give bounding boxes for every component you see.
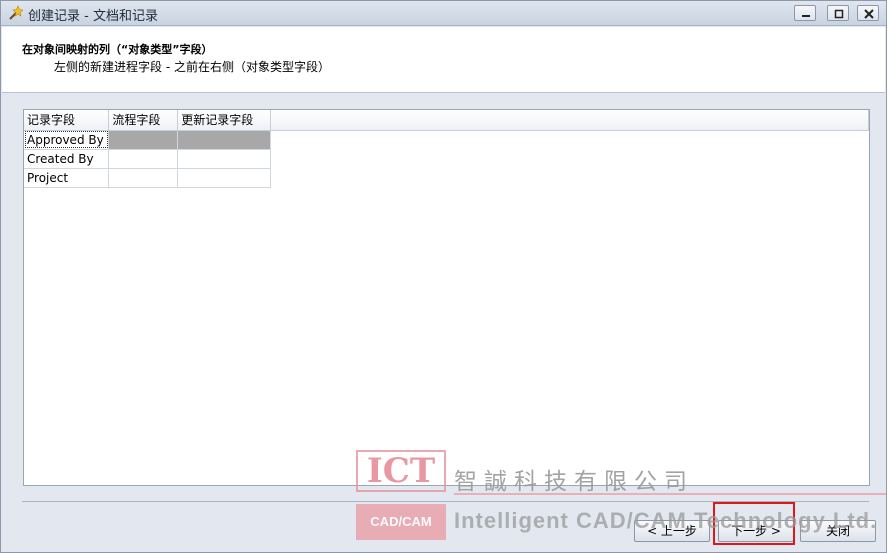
dialog-window: 创建记录 - 文档和记录 在对象间映射的列（“对象类型”字段） 左侧的新建进程字… <box>0 0 887 553</box>
mapping-table: 记录字段 流程字段 更新记录字段 Approved By Created By <box>24 110 870 188</box>
close-window-button[interactable] <box>857 5 879 21</box>
close-icon <box>864 9 874 19</box>
update-field-cell[interactable] <box>177 149 271 169</box>
minimize-button[interactable] <box>794 5 816 21</box>
screen-edge <box>887 0 891 553</box>
record-field-cell[interactable]: Approved By <box>24 130 110 150</box>
table-row[interactable]: Project <box>24 168 869 188</box>
content-area: 记录字段 流程字段 更新记录字段 Approved By Created By <box>2 94 885 497</box>
next-button-highlight <box>713 502 795 545</box>
instruction-title: 在对象间映射的列（“对象类型”字段） <box>22 43 213 56</box>
record-field-cell[interactable]: Created By <box>24 149 110 169</box>
process-field-cell[interactable] <box>108 130 179 150</box>
process-field-cell[interactable] <box>108 149 179 169</box>
minimize-icon <box>802 15 810 17</box>
back-button[interactable]: < 上一步 <box>634 520 710 542</box>
table-row[interactable]: Created By <box>24 149 869 169</box>
column-header-process-field[interactable]: 流程字段 <box>108 110 179 131</box>
instruction-panel: 在对象间映射的列（“对象类型”字段） 左侧的新建进程字段 - 之前在右侧（对象类… <box>2 27 885 93</box>
table-row[interactable]: Approved By <box>24 130 869 150</box>
update-field-cell[interactable] <box>177 130 271 150</box>
column-header-record-field[interactable]: 记录字段 <box>24 110 110 131</box>
process-field-cell[interactable] <box>108 168 179 188</box>
close-button[interactable]: 关闭 <box>800 520 876 542</box>
maximize-icon <box>834 9 844 19</box>
window-title: 创建记录 - 文档和记录 <box>28 9 158 24</box>
column-header-update-field[interactable]: 更新记录字段 <box>177 110 271 131</box>
instruction-subtitle: 左侧的新建进程字段 - 之前在右侧（对象类型字段） <box>54 60 330 74</box>
wand-icon <box>7 5 24 21</box>
update-field-cell[interactable] <box>177 168 271 188</box>
title-bar: 创建记录 - 文档和记录 <box>1 1 886 26</box>
maximize-button[interactable] <box>827 5 849 21</box>
header-row: 记录字段 流程字段 更新记录字段 <box>24 110 870 131</box>
record-field-cell[interactable]: Project <box>24 168 110 188</box>
column-header-filler <box>270 110 870 131</box>
field-mapping-grid: 记录字段 流程字段 更新记录字段 Approved By Created By <box>23 109 870 486</box>
